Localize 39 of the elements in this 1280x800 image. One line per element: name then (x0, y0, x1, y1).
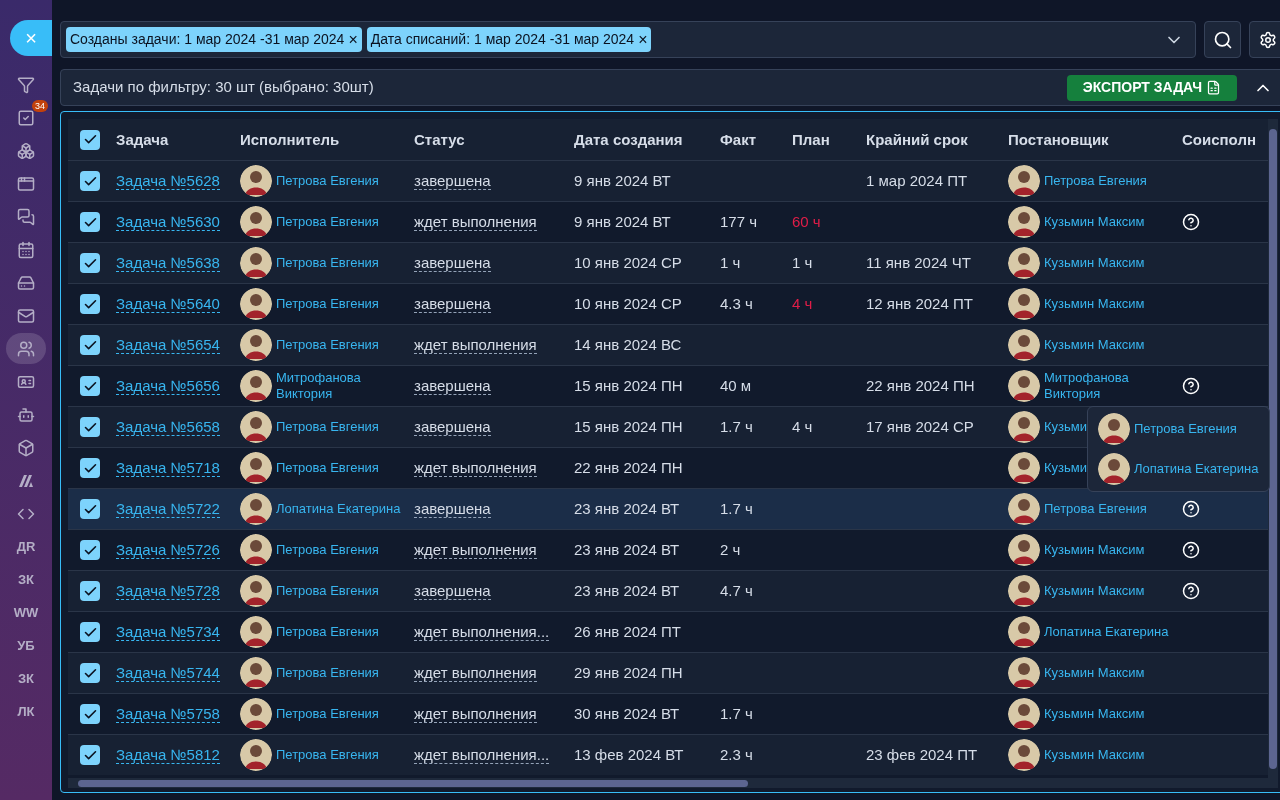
table-cell: 13 фев 2024 ВТ (574, 745, 684, 763)
table-cell: 22 янв 2024 ПН (866, 376, 975, 394)
table-cell: 4.7 ч (720, 581, 753, 599)
table-cell: 1.7 ч (720, 704, 753, 722)
table-cell: 177 ч (720, 212, 757, 230)
summary-text: Задачи по фильтру: 30 шт (выбрано: 30шт) (73, 77, 374, 98)
table-cell: 23 фев 2024 ПТ (866, 745, 978, 763)
table-cell: 4 ч (792, 294, 813, 312)
table-cell: 40 м (720, 376, 752, 394)
table-cell: 2 ч (720, 540, 741, 558)
table-cell: 22 янв 2024 ПН (574, 458, 683, 476)
table-cell: 14 янв 2024 ВС (574, 335, 682, 353)
table-cell: 9 янв 2024 ВТ (574, 171, 671, 189)
count-badge: 34 (32, 100, 48, 112)
table-cell: 1.7 ч (720, 499, 753, 517)
table-cell: 23 янв 2024 ВТ (574, 581, 680, 599)
table-cell: 15 янв 2024 ПН (574, 417, 683, 435)
table-cell: 60 ч (792, 212, 821, 230)
table-cell: 10 янв 2024 СР (574, 294, 682, 312)
table-cell: 29 янв 2024 ПН (574, 663, 683, 681)
table-cell: 26 янв 2024 ПТ (574, 622, 681, 640)
table-cell: 12 янв 2024 ПТ (866, 294, 973, 312)
table-cell: 1 ч (792, 253, 813, 271)
table-cell: 17 янв 2024 СР (866, 417, 974, 435)
table-cell: 1.7 ч (720, 417, 753, 435)
table-cell: 10 янв 2024 СР (574, 253, 682, 271)
table-cell: 2.3 ч (720, 745, 753, 763)
table-cell: 23 янв 2024 ВТ (574, 540, 680, 558)
table-cell: 23 янв 2024 ВТ (574, 499, 680, 517)
table-cell: 1 мар 2024 ПТ (866, 171, 968, 189)
table-cell: 1 ч (720, 253, 741, 271)
chip-label: Дата списаний: 1 мар 2024 -31 мар 2024 (370, 30, 635, 49)
table-cell: 4 ч (792, 417, 813, 435)
table-cell: 15 янв 2024 ПН (574, 376, 683, 394)
table-cell: 4.3 ч (720, 294, 753, 312)
table-cell: 30 янв 2024 ВТ (574, 704, 680, 722)
table-cell: 9 янв 2024 ВТ (574, 212, 671, 230)
chip-label: Созданы задачи: 1 мар 2024 -31 мар 2024 (70, 30, 345, 49)
table-cell: 11 янв 2024 ЧТ (866, 253, 971, 271)
